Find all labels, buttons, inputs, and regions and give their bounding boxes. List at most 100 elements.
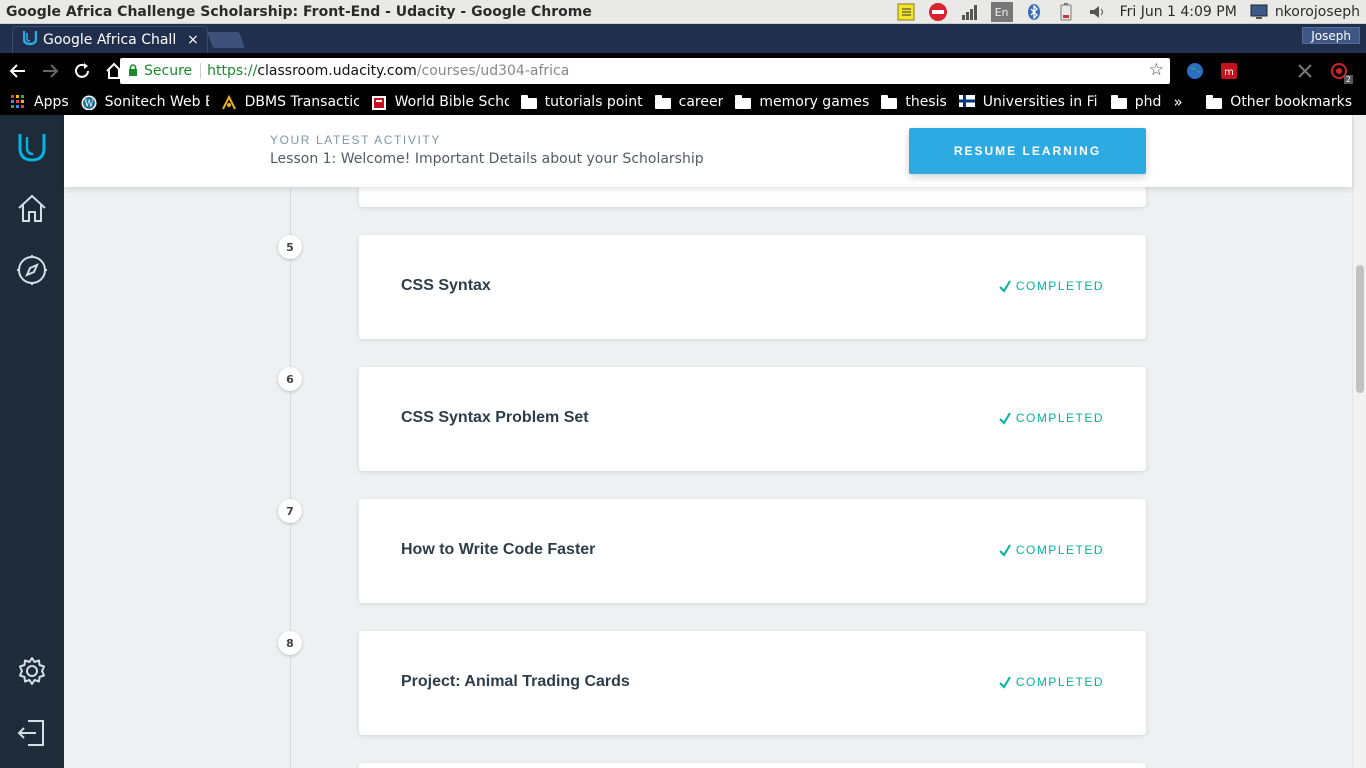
lesson-card[interactable]: CSS Syntax Problem Set COMPLETED bbox=[359, 367, 1146, 471]
home-icon[interactable] bbox=[16, 193, 48, 225]
lesson-card[interactable]: CSS Syntax COMPLETED bbox=[359, 235, 1146, 339]
folder-icon bbox=[881, 94, 898, 109]
lesson-number-badge: 8 bbox=[278, 631, 302, 655]
status-label: COMPLETED bbox=[1015, 675, 1104, 689]
lesson-status: COMPLETED bbox=[998, 543, 1104, 557]
url-path: /courses/ud304-africa bbox=[416, 63, 570, 79]
mendeley-extension-icon[interactable]: m bbox=[1219, 62, 1239, 80]
folder-icon bbox=[1110, 94, 1127, 109]
secure-label: Secure bbox=[144, 63, 193, 79]
bookmark-folder-tutorials-point[interactable]: tutorials point bbox=[520, 94, 643, 110]
udacity-logo-icon[interactable] bbox=[16, 131, 48, 163]
bookmark-folder-memory-games[interactable]: memory games bbox=[735, 94, 869, 110]
arrow-left-icon bbox=[9, 64, 25, 78]
volume-icon[interactable] bbox=[1087, 2, 1109, 22]
lesson-card-partial[interactable] bbox=[359, 763, 1146, 768]
do-not-disturb-icon[interactable] bbox=[927, 2, 949, 22]
apps-grid-icon bbox=[10, 95, 26, 109]
profile-button[interactable]: Joseph bbox=[1302, 27, 1360, 44]
bookmark-sonitech[interactable]: W Sonitech Web Bl bbox=[81, 94, 209, 110]
status-label: COMPLETED bbox=[1015, 411, 1104, 425]
lock-icon bbox=[128, 63, 138, 79]
bookmark-folder-thesis[interactable]: thesis bbox=[881, 94, 947, 110]
status-label: COMPLETED bbox=[1015, 543, 1104, 557]
wordpress-icon: W bbox=[81, 95, 97, 110]
url-scheme: https:// bbox=[207, 63, 258, 79]
x-extension-icon[interactable] bbox=[1295, 62, 1315, 80]
bookmark-apps[interactable]: Apps bbox=[10, 94, 69, 110]
site-icon bbox=[221, 94, 237, 110]
bookmark-star-icon[interactable]: ☆ bbox=[1149, 60, 1164, 80]
browser-tab-active[interactable]: Google Africa Chall × bbox=[12, 26, 208, 53]
record-extension-icon[interactable]: 2 bbox=[1329, 62, 1353, 84]
bookmark-folder-career[interactable]: career bbox=[654, 94, 723, 110]
back-button[interactable] bbox=[4, 57, 32, 85]
reload-button[interactable] bbox=[68, 57, 96, 85]
bookmark-universities[interactable]: Universities in Fi bbox=[958, 94, 1099, 110]
lesson-card[interactable]: How to Write Code Faster COMPLETED bbox=[359, 499, 1146, 603]
reload-icon bbox=[75, 63, 89, 78]
tab-strip: Google Africa Chall × Joseph bbox=[0, 24, 1366, 53]
bookmark-dbms[interactable]: DBMS Transactic bbox=[221, 94, 359, 110]
lesson-status: COMPLETED bbox=[998, 279, 1104, 293]
user-monitor-icon[interactable] bbox=[1248, 2, 1270, 22]
new-tab-button[interactable] bbox=[207, 32, 245, 48]
status-label: COMPLETED bbox=[1015, 279, 1104, 293]
checkmark-icon bbox=[998, 279, 1012, 293]
arrow-right-icon bbox=[43, 64, 59, 78]
timeline-connector bbox=[290, 175, 291, 768]
lesson-title: CSS Syntax Problem Set bbox=[401, 409, 589, 426]
activity-eyebrow: YOUR LATEST ACTIVITY bbox=[270, 133, 441, 147]
bookmark-other[interactable]: Other bookmarks bbox=[1206, 94, 1352, 110]
checkmark-icon bbox=[998, 675, 1012, 689]
blank-extension-icon[interactable] bbox=[1253, 62, 1281, 80]
bookmarks-bar: Apps W Sonitech Web Bl DBMS Transactic W… bbox=[0, 89, 1366, 115]
folder-icon bbox=[1206, 94, 1223, 109]
lesson-number-badge: 7 bbox=[278, 499, 302, 523]
bookmark-label: thesis bbox=[905, 94, 947, 110]
bookmark-folder-phd[interactable]: phd bbox=[1110, 94, 1162, 110]
bluetooth-icon[interactable] bbox=[1023, 2, 1045, 22]
checkmark-icon bbox=[998, 411, 1012, 425]
notes-icon[interactable] bbox=[895, 2, 917, 22]
settings-gear-icon[interactable] bbox=[16, 655, 48, 687]
logout-icon[interactable] bbox=[16, 717, 48, 749]
clock[interactable]: Fri Jun 1 4:09 PM bbox=[1120, 4, 1237, 20]
bookmark-label: Other bookmarks bbox=[1230, 94, 1352, 110]
folder-icon bbox=[735, 94, 752, 109]
network-signal-icon[interactable] bbox=[959, 2, 981, 22]
folder-icon bbox=[654, 94, 671, 109]
left-sidebar bbox=[0, 115, 64, 768]
tab-close-button[interactable]: × bbox=[183, 32, 203, 48]
page-scrollbar[interactable] bbox=[1352, 115, 1366, 768]
lesson-card[interactable]: Project: Animal Trading Cards COMPLETED bbox=[359, 631, 1146, 735]
window-title: Google Africa Challenge Scholarship: Fro… bbox=[6, 3, 592, 20]
bookmark-label: DBMS Transactic bbox=[244, 94, 359, 110]
username-label[interactable]: nkorojoseph bbox=[1275, 4, 1360, 20]
lesson-title: How to Write Code Faster bbox=[401, 541, 596, 558]
address-bar[interactable]: Secure https://classroom.udacity.com/cou… bbox=[120, 58, 1170, 84]
omnibox-divider bbox=[200, 63, 202, 79]
bookmark-label: phd bbox=[1134, 94, 1162, 110]
bookmark-label: Universities in Fi bbox=[982, 94, 1098, 110]
globe-extension-icon[interactable] bbox=[1185, 62, 1205, 80]
bookmark-world-bible[interactable]: World Bible Scho bbox=[371, 94, 509, 110]
url-host: classroom.udacity.com bbox=[257, 63, 417, 79]
udacity-favicon-icon bbox=[22, 30, 38, 50]
battery-icon[interactable] bbox=[1055, 2, 1077, 22]
keyboard-layout-indicator[interactable]: En bbox=[990, 2, 1013, 22]
tab-title: Google Africa Chall bbox=[43, 32, 177, 48]
svg-text:W: W bbox=[84, 100, 94, 110]
bookmark-label: tutorials point bbox=[544, 94, 643, 110]
bookmark-label: World Bible Scho bbox=[394, 94, 509, 110]
classroom-page: YOUR LATEST ACTIVITY Lesson 1: Welcome! … bbox=[0, 115, 1366, 768]
bookmarks-overflow-button[interactable]: » bbox=[1173, 93, 1182, 111]
folder-icon bbox=[520, 94, 537, 109]
activity-lesson-link[interactable]: Lesson 1: Welcome! Important Details abo… bbox=[270, 151, 704, 167]
scrollbar-thumb[interactable] bbox=[1356, 265, 1364, 393]
resume-learning-button[interactable]: RESUME LEARNING bbox=[909, 128, 1146, 174]
svg-text:m: m bbox=[1224, 67, 1234, 78]
forward-button[interactable] bbox=[36, 57, 64, 85]
lesson-status: COMPLETED bbox=[998, 675, 1104, 689]
compass-icon[interactable] bbox=[16, 254, 48, 286]
